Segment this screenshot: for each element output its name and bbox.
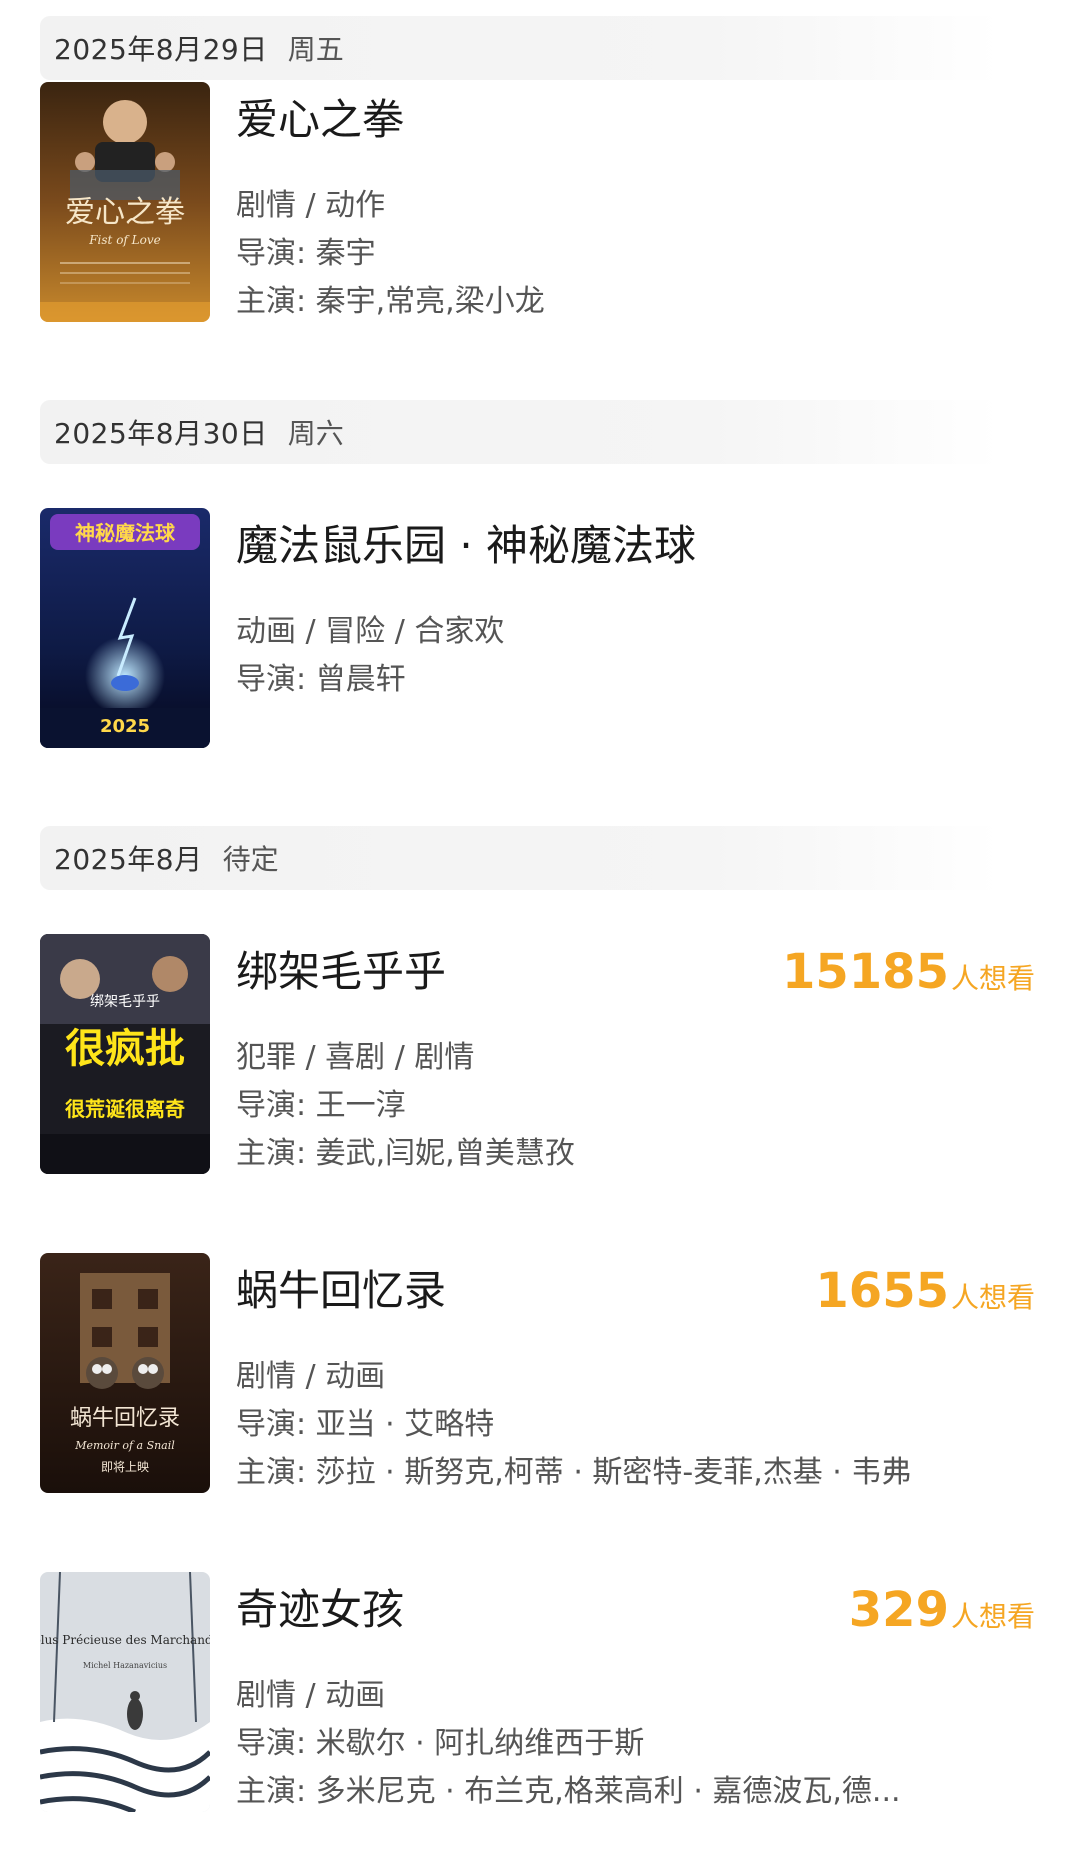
movie-item[interactable]: La plus Précieuse des Marchandises Miche…	[40, 1572, 1040, 1812]
poster-title-text: 神秘魔法球	[75, 521, 176, 545]
poster-small-text: 绑架毛乎乎	[90, 994, 160, 1010]
poster-title-text: La plus Précieuse des Marchandises	[40, 1633, 210, 1647]
movie-title[interactable]: 爱心之拳	[236, 86, 404, 147]
movie-info: 爱心之拳 剧情 / 动作 导演: 秦宇 主演: 秦宇,常亮,梁小龙	[236, 82, 1040, 322]
movie-item[interactable]: 神秘魔法球 2025 魔法鼠乐园 · 神秘魔法球 动画 / 冒险 / 合家欢 导…	[40, 508, 1040, 748]
movie-cast: 主演: 姜武,闫妮,曾美慧孜	[236, 1136, 575, 1171]
movie-poster[interactable]: 绑架毛乎乎 很疯批 很荒诞很离奇	[40, 934, 210, 1174]
date-header: 2025年8月 待定	[40, 826, 1000, 890]
movie-info: 绑架毛乎乎 15185 人想看 犯罪 / 喜剧 / 剧情 导演: 王一淳 主演:…	[236, 934, 1040, 1174]
date-header: 2025年8月29日 周五	[40, 16, 1000, 80]
movie-genre: 剧情 / 动画	[236, 1678, 386, 1713]
poster-title-text: 爱心之拳	[65, 195, 185, 230]
movie-cast: 主演: 多米尼克 · 布兰克,格莱高利 · 嘉德波瓦,德...	[236, 1774, 901, 1809]
movie-schedule-page: 2025年8月29日 周五 爱心之拳 Fist of Love 爱心之拳 剧情 …	[0, 0, 1080, 1862]
movie-item[interactable]: 绑架毛乎乎 很疯批 很荒诞很离奇 绑架毛乎乎 15185 人想看 犯罪 / 喜剧…	[40, 934, 1040, 1174]
movie-genre: 剧情 / 动画	[236, 1359, 386, 1394]
movie-director: 导演: 亚当 · 艾略特	[236, 1407, 495, 1442]
want-count-unit: 人想看	[950, 1281, 1035, 1314]
date-label: 2025年8月30日	[54, 417, 268, 450]
movie-poster[interactable]: La plus Précieuse des Marchandises Miche…	[40, 1572, 210, 1812]
poster-subtitle-text: Memoir of a Snail	[74, 1439, 175, 1452]
weekday-label: 待定	[222, 843, 279, 876]
movie-poster[interactable]: 蜗牛回忆录 Memoir of a Snail 即将上映	[40, 1253, 210, 1493]
date-label: 2025年8月	[54, 843, 203, 876]
movie-poster[interactable]: 神秘魔法球 2025	[40, 508, 210, 748]
poster-title-text: 很疯批	[65, 1026, 185, 1072]
movie-genre: 剧情 / 动作	[236, 188, 386, 223]
poster-subtitle-text: 2025	[100, 716, 150, 737]
want-count-number: 329	[848, 1582, 949, 1638]
movie-cast: 主演: 莎拉 · 斯努克,柯蒂 · 斯密特-麦菲,杰基 · 韦弗	[236, 1455, 912, 1490]
movie-info: 奇迹女孩 329 人想看 剧情 / 动画 导演: 米歇尔 · 阿扎纳维西于斯 主…	[236, 1572, 1040, 1812]
movie-title[interactable]: 魔法鼠乐园 · 神秘魔法球	[236, 512, 696, 573]
weekday-label: 周六	[287, 417, 344, 450]
weekday-label: 周五	[287, 33, 344, 66]
poster-subtitle-text: Fist of Love	[88, 233, 161, 247]
movie-title[interactable]: 奇迹女孩	[236, 1576, 404, 1637]
movie-title[interactable]: 绑架毛乎乎	[236, 938, 446, 999]
movie-item[interactable]: 爱心之拳 Fist of Love 爱心之拳 剧情 / 动作 导演: 秦宇 主演…	[40, 82, 1040, 322]
poster-title-text: 蜗牛回忆录	[70, 1406, 180, 1431]
movie-item[interactable]: 蜗牛回忆录 Memoir of a Snail 即将上映 蜗牛回忆录 1655 …	[40, 1253, 1040, 1493]
movie-poster[interactable]: 爱心之拳 Fist of Love	[40, 82, 210, 322]
movie-director: 导演: 米歇尔 · 阿扎纳维西于斯	[236, 1726, 645, 1761]
want-count-unit: 人想看	[950, 1600, 1035, 1633]
movie-director: 导演: 秦宇	[236, 236, 376, 271]
poster-subtitle-text: Michel Hazanavicius	[83, 1661, 167, 1670]
movie-genre: 犯罪 / 喜剧 / 剧情	[236, 1040, 475, 1075]
want-to-watch-count: 329 人想看	[849, 1582, 1035, 1638]
want-count-unit: 人想看	[950, 962, 1035, 995]
movie-title[interactable]: 蜗牛回忆录	[236, 1257, 446, 1318]
movie-info: 蜗牛回忆录 1655 人想看 剧情 / 动画 导演: 亚当 · 艾略特 主演: …	[236, 1253, 1040, 1493]
movie-genre: 动画 / 冒险 / 合家欢	[236, 614, 505, 649]
poster-small-text: 即将上映	[101, 1460, 149, 1474]
movie-cast: 主演: 秦宇,常亮,梁小龙	[236, 284, 545, 319]
want-count-number: 15185	[781, 944, 949, 1000]
want-to-watch-count: 1655 人想看	[815, 1263, 1035, 1319]
date-label: 2025年8月29日	[54, 33, 268, 66]
want-to-watch-count: 15185 人想看	[782, 944, 1035, 1000]
date-header: 2025年8月30日 周六	[40, 400, 1000, 464]
want-count-number: 1655	[815, 1263, 949, 1319]
movie-director: 导演: 曾晨轩	[236, 662, 406, 697]
movie-director: 导演: 王一淳	[236, 1088, 406, 1123]
poster-subtitle-text: 很荒诞很离奇	[65, 1097, 185, 1121]
movie-info: 魔法鼠乐园 · 神秘魔法球 动画 / 冒险 / 合家欢 导演: 曾晨轩	[236, 508, 1040, 748]
